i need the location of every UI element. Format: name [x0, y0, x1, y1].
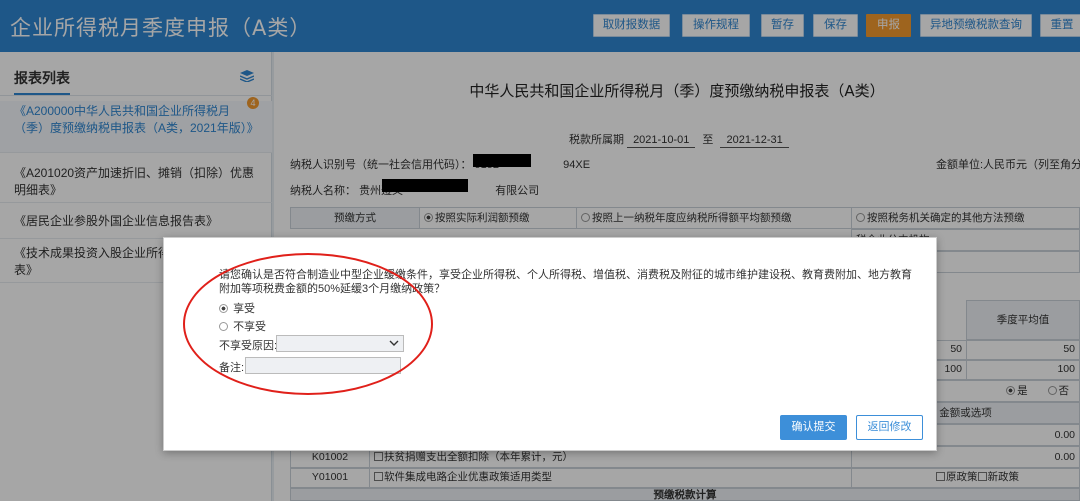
confirm-submit-button[interactable]: 确认提交 — [780, 415, 847, 440]
annotation-circle — [183, 253, 433, 395]
back-modify-button[interactable]: 返回修改 — [856, 415, 923, 440]
